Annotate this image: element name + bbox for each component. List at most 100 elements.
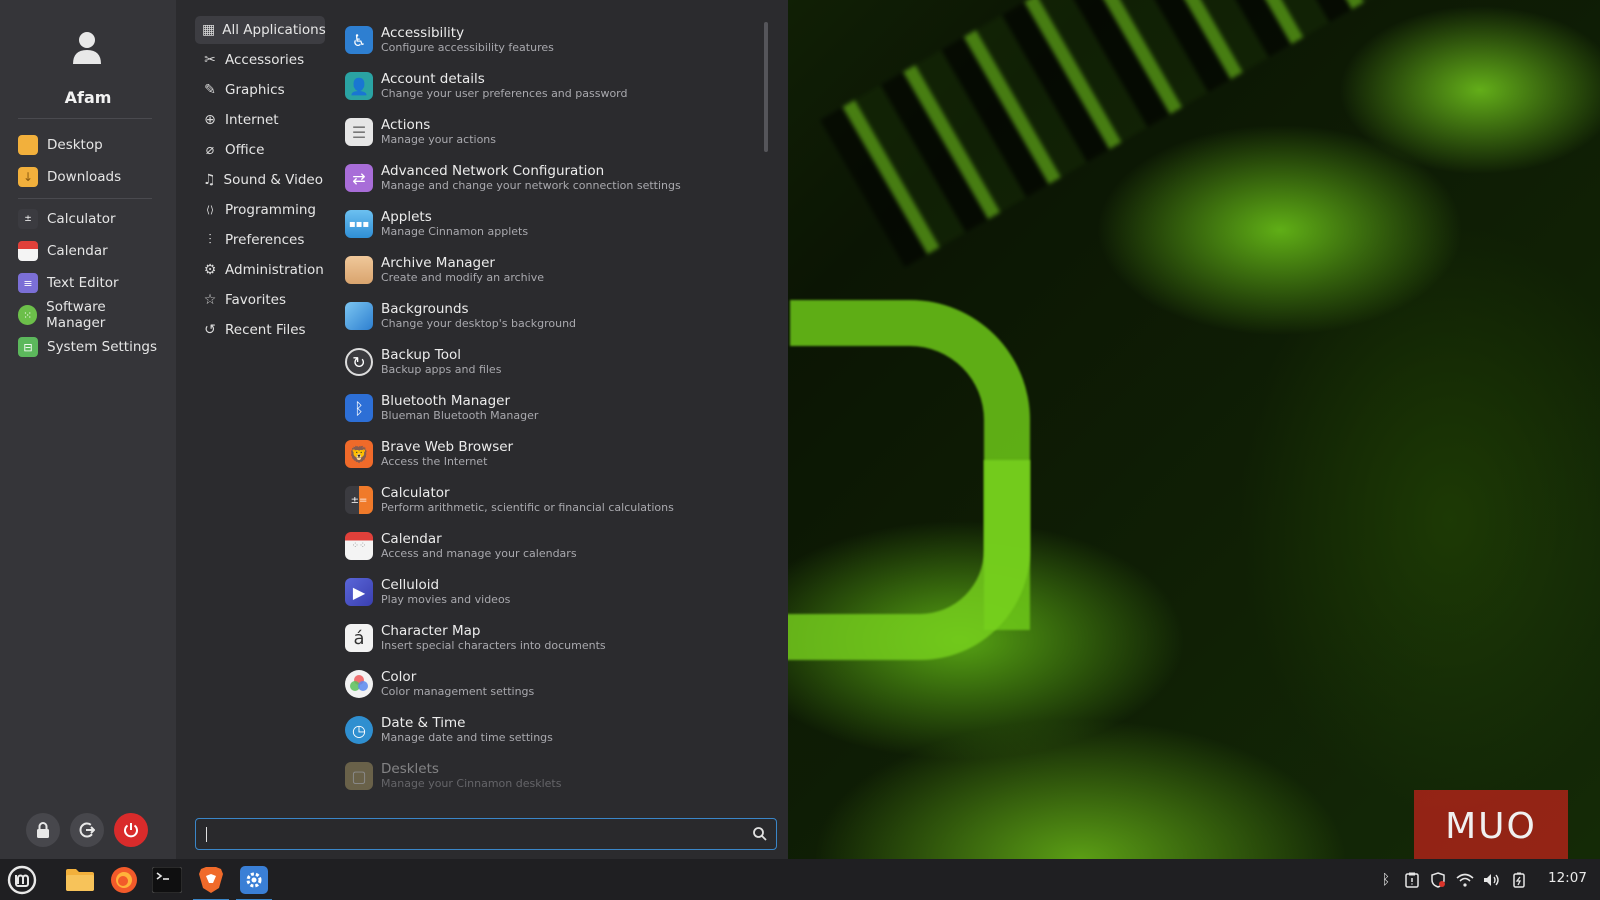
taskbar-terminal[interactable] [149,862,185,898]
category-label: Preferences [225,232,305,248]
place-downloads[interactable]: ↓ Downloads [14,163,164,191]
category-favorites[interactable]: ☆ Favorites [195,286,323,314]
category-label: Recent Files [225,322,306,338]
app-account-details[interactable]: 👤 Account details Change your user prefer… [345,64,745,108]
user-avatar-icon[interactable] [71,30,103,64]
app-celluloid[interactable]: ▶ Celluloid Play movies and videos [345,570,745,614]
app-description: Backup apps and files [381,363,502,376]
app-date-time[interactable]: ◷ Date & Time Manage date and time settin… [345,708,745,752]
download-folder-icon: ↓ [18,167,38,187]
settings-icon [240,866,268,894]
grid-icon: ▦ [202,22,216,38]
app-color[interactable]: Color Color management settings [345,662,745,706]
taskbar-brave[interactable] [193,862,229,900]
bluetooth-icon[interactable]: ᛒ [1376,870,1396,890]
category-label: Programming [225,202,316,218]
user-name: Afam [64,88,112,107]
taskbar-files[interactable] [62,862,98,898]
app-list-scrollbar[interactable] [764,22,768,152]
favorite-calculator[interactable]: ± Calculator [14,205,164,233]
category-label: Favorites [225,292,286,308]
clipboard-icon[interactable] [1402,870,1422,890]
app-name: Accessibility [381,25,465,41]
logout-button[interactable] [70,813,104,847]
wifi-icon[interactable] [1455,870,1475,890]
favorite-software-manager[interactable]: ⁙ Software Manager [14,299,164,331]
account-icon: 👤 [345,72,373,100]
taskbar: ᛒ 12:07 [0,859,1600,900]
power-icon [124,823,138,838]
clock[interactable]: 12:07 [1548,870,1587,886]
search-icon[interactable] [752,826,768,842]
taskbar-settings[interactable] [236,862,272,900]
menu-button[interactable] [4,862,40,898]
code-icon: ⟨⟩ [206,204,214,216]
place-desktop[interactable]: Desktop [14,131,164,159]
app-character-map[interactable]: á Character Map Insert special characters… [345,616,745,660]
history-icon: ↺ [204,322,216,338]
color-wheel-icon [345,670,373,698]
app-name: Calculator [381,485,450,501]
app-accessibility[interactable]: ♿ Accessibility Configure accessibility f… [345,18,745,62]
app-name: Actions [381,117,431,133]
battery-icon[interactable] [1509,870,1529,890]
app-backup-tool[interactable]: ↻ Backup Tool Backup apps and files [345,340,745,384]
lock-button[interactable] [26,813,60,847]
category-internet[interactable]: ⊕ Internet [195,106,323,134]
app-name: Color [381,669,417,685]
applets-icon: ▪▪▪ [345,210,373,238]
app-name: Desklets [381,761,439,777]
app-actions[interactable]: ☰ Actions Manage your actions [345,110,745,154]
sliders-icon: ⫶ [208,232,212,248]
taskbar-firefox[interactable] [106,862,142,898]
text-cursor [206,827,207,842]
category-sound-video[interactable]: ♫ Sound & Video [195,166,323,194]
category-recent-files[interactable]: ↺ Recent Files [195,316,323,344]
category-preferences[interactable]: ⫶ Preferences [195,226,323,254]
shield-icon[interactable] [1428,870,1448,890]
category-accessories[interactable]: ✂ Accessories [195,46,323,74]
mint-logo-icon [7,865,37,895]
power-button[interactable] [114,813,148,847]
category-programming[interactable]: ⟨⟩ Programming [195,196,323,224]
app-description: Manage Cinnamon applets [381,225,529,238]
app-backgrounds[interactable]: Backgrounds Change your desktop's backgro… [345,294,745,338]
app-bluetooth-manager[interactable]: ᛒ Bluetooth Manager Blueman Bluetooth Man… [345,386,745,430]
favorite-label: Calendar [47,243,108,259]
category-label: Administration [225,262,324,278]
app-name: Date & Time [381,715,466,731]
app-name: Archive Manager [381,255,495,271]
category-graphics[interactable]: ✎ Graphics [195,76,323,104]
app-name: Bluetooth Manager [381,393,511,409]
category-administration[interactable]: ⚙ Administration [195,256,327,284]
gear-icon: ⚙ [203,262,217,278]
folder-icon [66,869,94,891]
app-archive-manager[interactable]: Archive Manager Create and modify an arch… [345,248,745,292]
app-calendar[interactable]: ⁘⁘ Calendar Access and manage your calend… [345,524,745,568]
app-description: Insert special characters into documents [381,639,606,652]
palette-icon: ✎ [204,82,216,98]
app-calculator[interactable]: ±= Calculator Perform arithmetic, scienti… [345,478,745,522]
backgrounds-icon [345,302,373,330]
category-all-applications[interactable]: ▦ All Applications [195,16,326,44]
category-office[interactable]: ⌀ Office [195,136,323,164]
volume-icon[interactable] [1482,870,1502,890]
app-desklets[interactable]: ▢ Desklets Manage your Cinnamon desklets [345,754,745,798]
app-advanced-network-configuration[interactable]: ⇄ Advanced Network Configuration Manage a… [345,156,745,200]
software-manager-icon: ⁙ [18,305,38,325]
category-label: Accessories [225,52,305,68]
tools-icon: ✂ [204,52,216,68]
app-applets[interactable]: ▪▪▪ Applets Manage Cinnamon applets [345,202,745,246]
favorite-system-settings[interactable]: ⊟ System Settings [14,333,164,361]
app-brave-web-browser[interactable]: 🦁 Brave Web Browser Access the Internet [345,432,745,476]
search-box[interactable] [195,818,777,850]
favorite-calendar[interactable]: Calendar [14,237,164,265]
search-input[interactable] [210,819,730,848]
app-description: Manage your actions [381,133,497,146]
app-name: Brave Web Browser [381,439,514,455]
place-label: Downloads [47,169,122,185]
app-description: Change your desktop's background [381,317,577,330]
muo-watermark: MUO [1414,790,1568,859]
favorite-label: Text Editor [47,275,119,291]
favorite-text-editor[interactable]: ≡ Text Editor [14,269,164,297]
